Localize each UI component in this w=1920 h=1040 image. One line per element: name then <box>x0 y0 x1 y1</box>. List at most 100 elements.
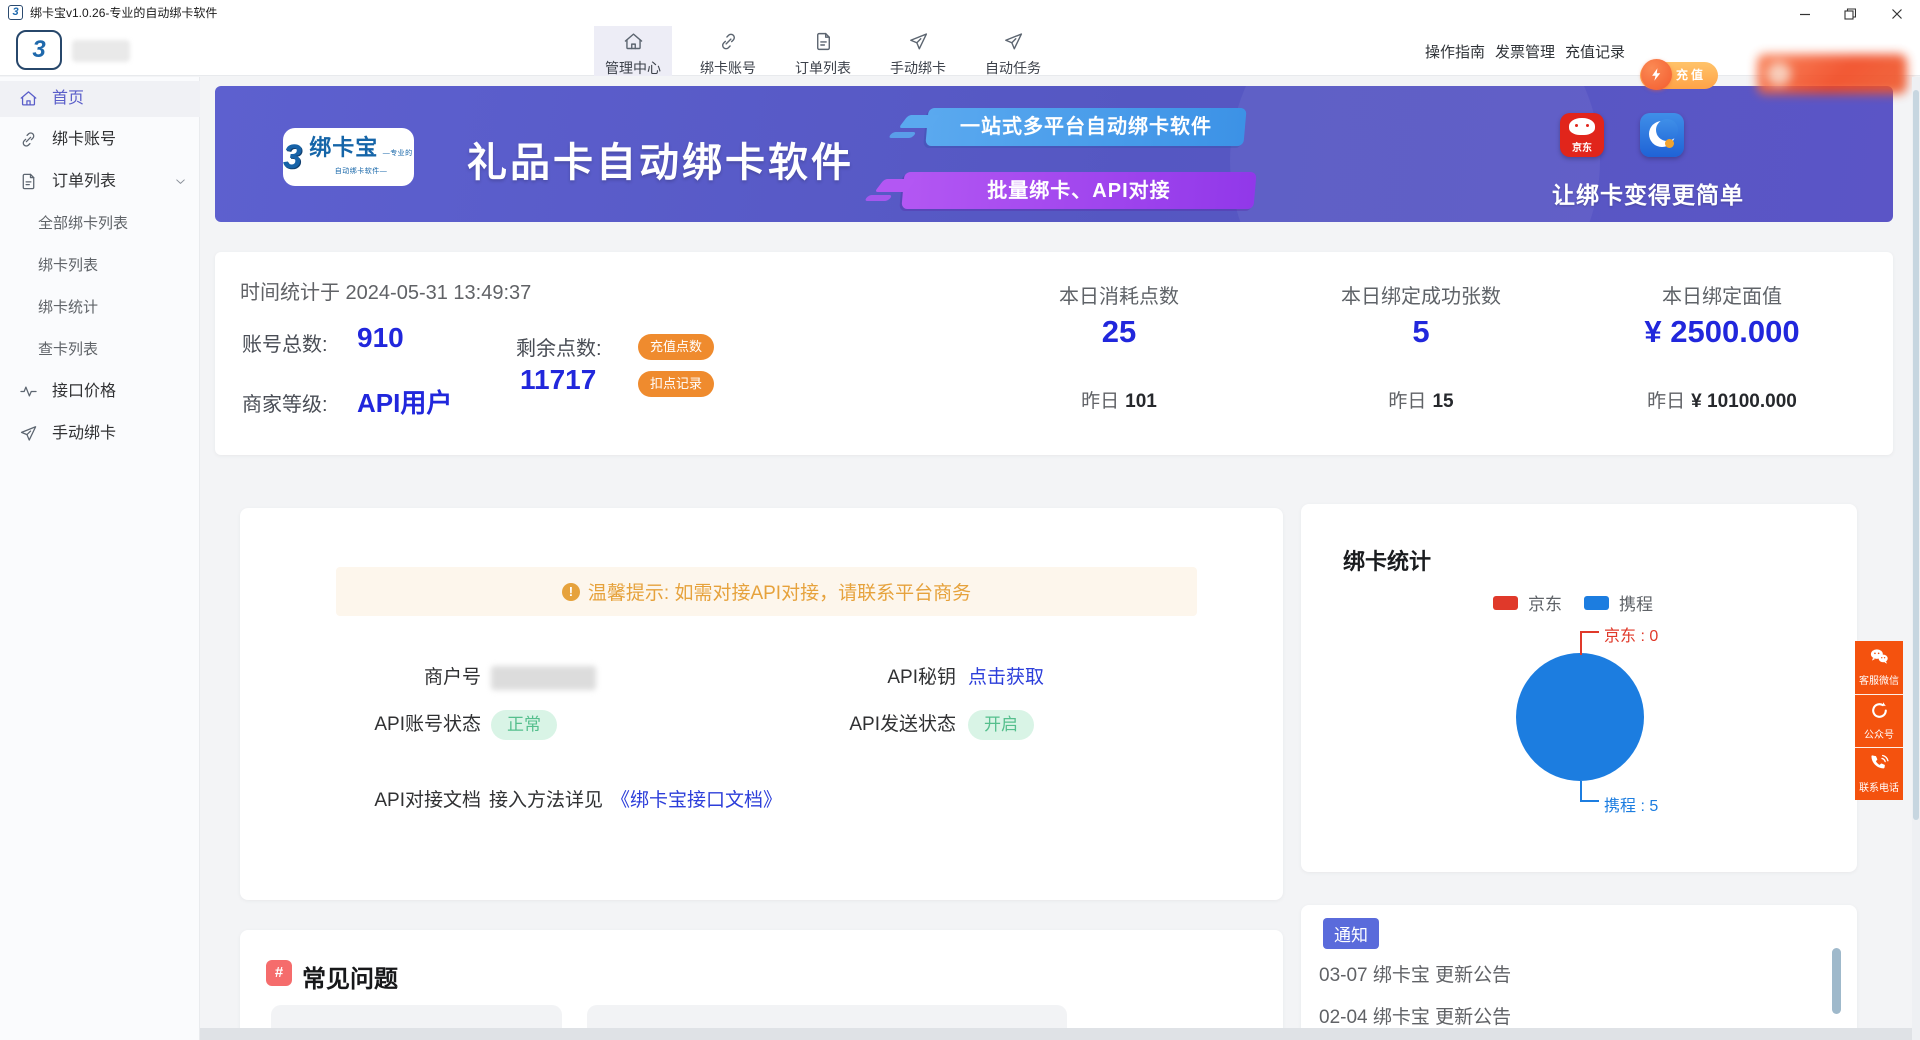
stat-value: 25 <box>959 314 1279 350</box>
banner-slogan: 让绑卡变得更简单 <box>1538 176 1758 210</box>
jd-label: 京东 <box>1560 139 1604 154</box>
api-secret-label: API秘钥 <box>766 663 956 693</box>
link-icon <box>718 31 739 52</box>
legend-label-ctrip[interactable]: 携程 <box>1619 590 1653 615</box>
stat-col-points-used: 本日消耗点数 25 昨日101 <box>959 252 1279 455</box>
header-links: 操作指南 发票管理 充值记录 <box>1425 26 1625 76</box>
sidebar-item-card-query-list[interactable]: 查卡列表 <box>0 332 200 368</box>
official-account-button[interactable]: 公众号 <box>1855 694 1903 747</box>
doc-prefix: 接入方法详见 <box>489 790 603 811</box>
contact-phone-button[interactable]: 联系电话 <box>1855 747 1903 800</box>
stat-prev: 昨日101 <box>959 386 1279 413</box>
recharge-button[interactable]: 充值 <box>1640 62 1718 89</box>
tab-label: 手动绑卡 <box>879 58 957 78</box>
sidebar-item-card-accounts[interactable]: 绑卡账号 <box>0 122 200 158</box>
stat-col-bound-face-value: 本日绑定面值 ¥ 2500.000 昨日¥ 10100.000 <box>1562 252 1882 455</box>
sidebar-label: 查卡列表 <box>38 332 98 368</box>
app-logo-icon: 3 <box>8 5 23 20</box>
account-total-value: 910 <box>357 322 404 354</box>
send-status-label: API发送状态 <box>766 710 956 740</box>
points-value: 11717 <box>520 364 596 396</box>
sidebar-label: 订单列表 <box>52 164 116 200</box>
pie-chart[interactable] <box>1516 653 1644 781</box>
api-panel-card: ! 温馨提示: 如需对接API对接，请联系平台商务 商户号 API秘钥 点击获取… <box>240 508 1283 900</box>
jd-app-icon: 京东 <box>1560 113 1604 157</box>
legend-label-jd[interactable]: 京东 <box>1528 590 1562 615</box>
merchant-no-redacted <box>491 666 596 690</box>
official-account-icon <box>1869 700 1890 721</box>
binding-stats-card: 绑卡统计 京东 携程 京东 : 0 携程 : 5 <box>1301 504 1857 872</box>
banner-badge-bottom: 批量绑卡、API对接 <box>901 172 1256 209</box>
banner-badge-top: 一站式多平台自动绑卡软件 <box>925 108 1246 146</box>
account-status-label: API账号状态 <box>336 710 481 740</box>
minimize-button[interactable] <box>1788 0 1822 26</box>
api-doc-link[interactable]: 《绑卡宝接口文档》 <box>611 790 782 811</box>
sidebar-item-manual-binding[interactable]: 手动绑卡 <box>0 416 200 452</box>
pie-leader-jd <box>1580 631 1582 655</box>
tab-card-accounts[interactable]: 绑卡账号 <box>689 26 767 76</box>
tab-management-center[interactable]: 管理中心 <box>594 26 672 76</box>
api-secret-link[interactable]: 点击获取 <box>968 663 1044 693</box>
warning-icon: ! <box>562 583 580 601</box>
sidebar-item-binding-stats[interactable]: 绑卡统计 <box>0 290 200 326</box>
doc-row: API对接文档 接入方法详见《绑卡宝接口文档》 <box>336 786 1197 816</box>
api-doc-label: API对接文档 <box>336 786 481 816</box>
sidebar-label: 全部绑卡列表 <box>38 206 128 242</box>
titlebar: 3 绑卡宝v1.0.26-专业的自动绑卡软件 <box>0 0 1920 26</box>
float-label: 公众号 <box>1856 727 1902 741</box>
content-cutoff-band <box>200 1028 1912 1040</box>
sidebar: 首页 绑卡账号 订单列表 全部绑卡列表 绑卡列表 绑卡统计 查卡列表 接口价格 <box>0 77 200 1040</box>
account-info-redacted[interactable] <box>1757 54 1907 94</box>
sidebar-label: 接口价格 <box>52 374 116 410</box>
link-invoice-management[interactable]: 发票管理 <box>1495 41 1555 62</box>
notice-item[interactable]: 03-07 绑卡宝 更新公告 <box>1319 960 1511 987</box>
notice-item[interactable]: 02-04 绑卡宝 更新公告 <box>1319 1002 1511 1029</box>
sidebar-item-binding-list[interactable]: 绑卡列表 <box>0 248 200 284</box>
page-scrollbar-thumb[interactable] <box>1913 90 1919 820</box>
chart-title: 绑卡统计 <box>1343 544 1431 576</box>
send-icon <box>19 424 38 443</box>
account-status-badge: 正常 <box>491 710 557 740</box>
wechat-support-button[interactable]: 客服微信 <box>1855 641 1903 694</box>
link-icon <box>19 130 38 149</box>
tab-label: 自动任务 <box>974 58 1052 78</box>
sidebar-item-order-list[interactable]: 订单列表 <box>0 164 200 200</box>
stat-col-success-count: 本日绑定成功张数 5 昨日15 <box>1261 252 1581 455</box>
app-window: 3 绑卡宝v1.0.26-专业的自动绑卡软件 3 管理中心 绑卡账号 订单列表 <box>0 0 1920 1040</box>
recharge-points-button[interactable]: 充值点数 <box>638 334 714 360</box>
chevron-down-icon <box>173 174 188 189</box>
recharge-label: 充值 <box>1676 62 1706 89</box>
merchant-level-value: API用户 <box>357 383 452 420</box>
legend-swatch-ctrip[interactable] <box>1584 596 1609 610</box>
tab-label: 订单列表 <box>784 58 862 78</box>
tab-auto-tasks[interactable]: 自动任务 <box>974 26 1052 76</box>
sidebar-item-home[interactable]: 首页 <box>0 81 200 117</box>
stats-timestamp: 时间统计于 2024-05-31 13:49:37 <box>240 276 531 305</box>
chart-legend: 京东 携程 <box>1301 590 1857 615</box>
tab-order-list[interactable]: 订单列表 <box>784 26 862 76</box>
link-operation-guide[interactable]: 操作指南 <box>1425 41 1485 62</box>
top-navigation: 管理中心 绑卡账号 订单列表 手动绑卡 自动任务 <box>594 26 1052 76</box>
merchant-level-label: 商家等级: <box>242 388 328 417</box>
legend-swatch-jd[interactable] <box>1493 596 1518 610</box>
jd-dog-face <box>1569 118 1595 135</box>
stats-card: 时间统计于 2024-05-31 13:49:37 账号总数: 910 商家等级… <box>215 252 1893 455</box>
merchant-no-label: 商户号 <box>336 663 481 693</box>
close-button[interactable] <box>1880 0 1914 26</box>
tab-manual-binding[interactable]: 手动绑卡 <box>879 26 957 76</box>
notice-scrollbar[interactable] <box>1832 948 1841 1014</box>
merchant-row: 商户号 API秘钥 点击获取 <box>336 663 1197 693</box>
phone-icon <box>1869 753 1890 774</box>
stat-value: ¥ 2500.000 <box>1562 314 1882 350</box>
deduct-record-button[interactable]: 扣点记录 <box>638 371 714 397</box>
brand-name-redacted <box>72 40 130 62</box>
link-recharge-records[interactable]: 充值记录 <box>1565 41 1625 62</box>
brand-logo: 3 <box>16 30 62 70</box>
banner-logo: 3 绑卡宝 —专业的自动绑卡软件— <box>283 128 414 186</box>
restore-button[interactable] <box>1833 0 1867 26</box>
send-icon <box>908 31 929 52</box>
sidebar-item-all-binding-list[interactable]: 全部绑卡列表 <box>0 206 200 242</box>
sidebar-item-api-prices[interactable]: 接口价格 <box>0 374 200 410</box>
notice-tag: 通知 <box>1323 918 1379 949</box>
status-row: API账号状态 正常 API发送状态 开启 <box>336 710 1197 740</box>
